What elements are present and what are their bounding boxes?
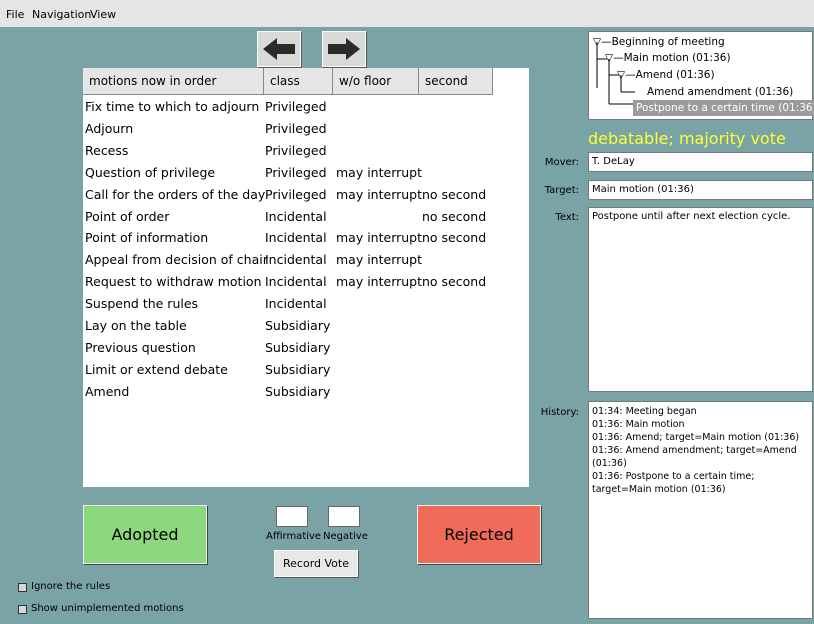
tree-node-label: Amend (01:36) <box>635 69 715 81</box>
motion-cell: Point of order <box>85 208 170 224</box>
text-label: Text: <box>555 212 579 223</box>
show-unimplemented-checkbox[interactable] <box>18 605 27 614</box>
column-header-class[interactable]: class <box>264 68 333 95</box>
table-row[interactable]: Amend Subsidiary <box>83 380 529 402</box>
floor-cell: may interrupt <box>336 186 423 202</box>
class-cell: Incidental <box>265 274 327 290</box>
arrow-left-icon <box>263 38 295 60</box>
motion-cell: Fix time to which to adjourn <box>85 99 260 114</box>
second-cell: no second <box>422 186 487 202</box>
table-row[interactable]: Limit or extend debate Subsidiary <box>83 358 529 380</box>
tree-node-postpone[interactable]: Postpone to a certain time (01:36) <box>633 100 814 116</box>
mover-field[interactable]: T. DeLay <box>588 152 813 172</box>
tree-node-label: Main motion (01:36) <box>623 52 731 64</box>
target-label: Target: <box>544 185 579 196</box>
arrow-right-icon <box>328 38 360 60</box>
motion-cell: Question of privilege <box>85 164 216 180</box>
class-cell: Subsidiary <box>265 361 331 377</box>
ignore-rules-label: Ignore the rules <box>31 581 111 592</box>
motion-cell: Limit or extend debate <box>85 361 228 377</box>
tree-node-main-motion[interactable]: ▽—Main motion (01:36) <box>605 52 731 64</box>
mover-label: Mover: <box>544 157 579 168</box>
table-row[interactable]: Lay on the table Subsidiary <box>83 314 529 336</box>
table-row[interactable]: Appeal from decision of chair Incidental m… <box>83 248 529 270</box>
motion-cell: Lay on the table <box>85 318 187 333</box>
class-cell: Privileged <box>265 142 327 158</box>
table-row[interactable]: Adjourn Privileged <box>83 117 529 139</box>
class-cell: Privileged <box>265 99 327 114</box>
expand-toggle-icon[interactable]: ▽ <box>617 69 625 81</box>
back-button[interactable] <box>257 31 301 67</box>
class-cell: Incidental <box>265 252 327 268</box>
motion-info: debatable; majority vote <box>588 129 786 148</box>
negative-label: Negative <box>323 531 368 542</box>
class-cell: Subsidiary <box>265 318 331 333</box>
motion-cell: Recess <box>85 142 129 158</box>
menu-file[interactable]: File <box>6 8 24 21</box>
floor-cell: may interrupt <box>336 252 423 268</box>
rejected-button[interactable]: Rejected <box>417 505 541 564</box>
column-header-second[interactable]: second <box>419 68 493 95</box>
class-cell: Privileged <box>265 120 327 136</box>
table-row[interactable]: Fix time to which to adjourn Privileged <box>83 95 529 117</box>
forward-button[interactable] <box>322 31 366 67</box>
table-row[interactable]: Suspend the rules Incidental <box>83 292 529 314</box>
table-row[interactable]: Point of information Incidental may interr… <box>83 226 529 248</box>
motion-cell: Adjourn <box>85 120 134 136</box>
record-vote-button[interactable]: Record Vote <box>274 550 358 577</box>
tree-node-label: Amend amendment (01:36) <box>647 86 794 98</box>
menu-bar: File Navigation View <box>0 0 814 27</box>
class-cell: Incidental <box>265 230 327 246</box>
table-row[interactable]: Previous question Subsidiary <box>83 336 529 358</box>
table-row[interactable]: Request to withdraw motion Incidental may … <box>83 270 529 292</box>
class-cell: Privileged <box>265 186 327 202</box>
history-panel[interactable]: 01:34: Meeting began 01:36: Main motion … <box>588 401 813 619</box>
menu-view[interactable]: View <box>90 8 116 21</box>
motion-cell: Suspend the rules <box>85 296 199 312</box>
table-row[interactable]: Recess Privileged <box>83 139 529 161</box>
motion-tree: ▽—Beginning of meeting ▽—Main motion (01… <box>588 31 814 120</box>
column-header-floor[interactable]: w/o floor <box>333 68 419 95</box>
tree-node-amend-amendment[interactable]: Amend amendment (01:36) <box>647 86 793 98</box>
class-cell: Incidental <box>265 208 327 224</box>
history-text: 01:34: Meeting began 01:36: Main motion … <box>592 406 800 495</box>
ignore-rules-checkbox[interactable] <box>18 583 27 592</box>
motion-cell: Request to withdraw motion <box>85 274 262 290</box>
tree-node-root[interactable]: ▽—Beginning of meeting <box>593 36 725 48</box>
floor-cell: may interrupt <box>336 274 423 290</box>
affirmative-input[interactable] <box>276 506 308 527</box>
motions-table: motions now in order class w/o floor sec… <box>83 68 529 487</box>
floor-cell: may interrupt <box>336 230 423 246</box>
class-cell: Subsidiary <box>265 383 331 399</box>
motion-cell: Call for the orders of the day <box>85 186 266 202</box>
table-row[interactable]: Call for the orders of the day Privileged… <box>83 183 529 205</box>
motion-cell: Point of information <box>85 230 209 246</box>
table-row[interactable]: Point of order Incidental no second <box>83 205 529 227</box>
motion-cell: Appeal from decision of chair <box>85 252 268 268</box>
expand-toggle-icon[interactable]: ▽ <box>593 36 601 48</box>
tree-node-label: Postpone to a certain time (01:36) <box>636 102 814 114</box>
second-cell: no second <box>422 274 487 290</box>
second-cell: no second <box>422 208 487 224</box>
expand-toggle-icon[interactable]: ▽ <box>605 52 613 64</box>
floor-cell: may interrupt <box>336 164 423 180</box>
menu-navigation[interactable]: Navigation <box>32 8 91 21</box>
class-cell: Subsidiary <box>265 339 331 355</box>
motion-cell: Amend <box>85 383 130 399</box>
class-cell: Privileged <box>265 164 327 180</box>
adopted-button[interactable]: Adopted <box>83 505 207 564</box>
target-field[interactable]: Main motion (01:36) <box>588 180 813 200</box>
table-row[interactable]: Question of privilege Privileged may inter… <box>83 161 529 183</box>
motion-cell: Previous question <box>85 339 196 355</box>
second-cell: no second <box>422 230 487 246</box>
motion-text-area[interactable]: Postpone until after next election cycle… <box>588 207 813 392</box>
negative-input[interactable] <box>328 506 360 527</box>
tree-node-amend[interactable]: ▽—Amend (01:36) <box>617 69 715 81</box>
class-cell: Incidental <box>265 296 327 312</box>
affirmative-label: Affirmative <box>266 531 322 542</box>
show-unimplemented-label: Show unimplemented motions <box>31 603 184 614</box>
history-label: History: <box>540 407 579 418</box>
tree-node-label: Beginning of meeting <box>611 36 725 48</box>
column-header-motions[interactable]: motions now in order <box>83 68 264 95</box>
